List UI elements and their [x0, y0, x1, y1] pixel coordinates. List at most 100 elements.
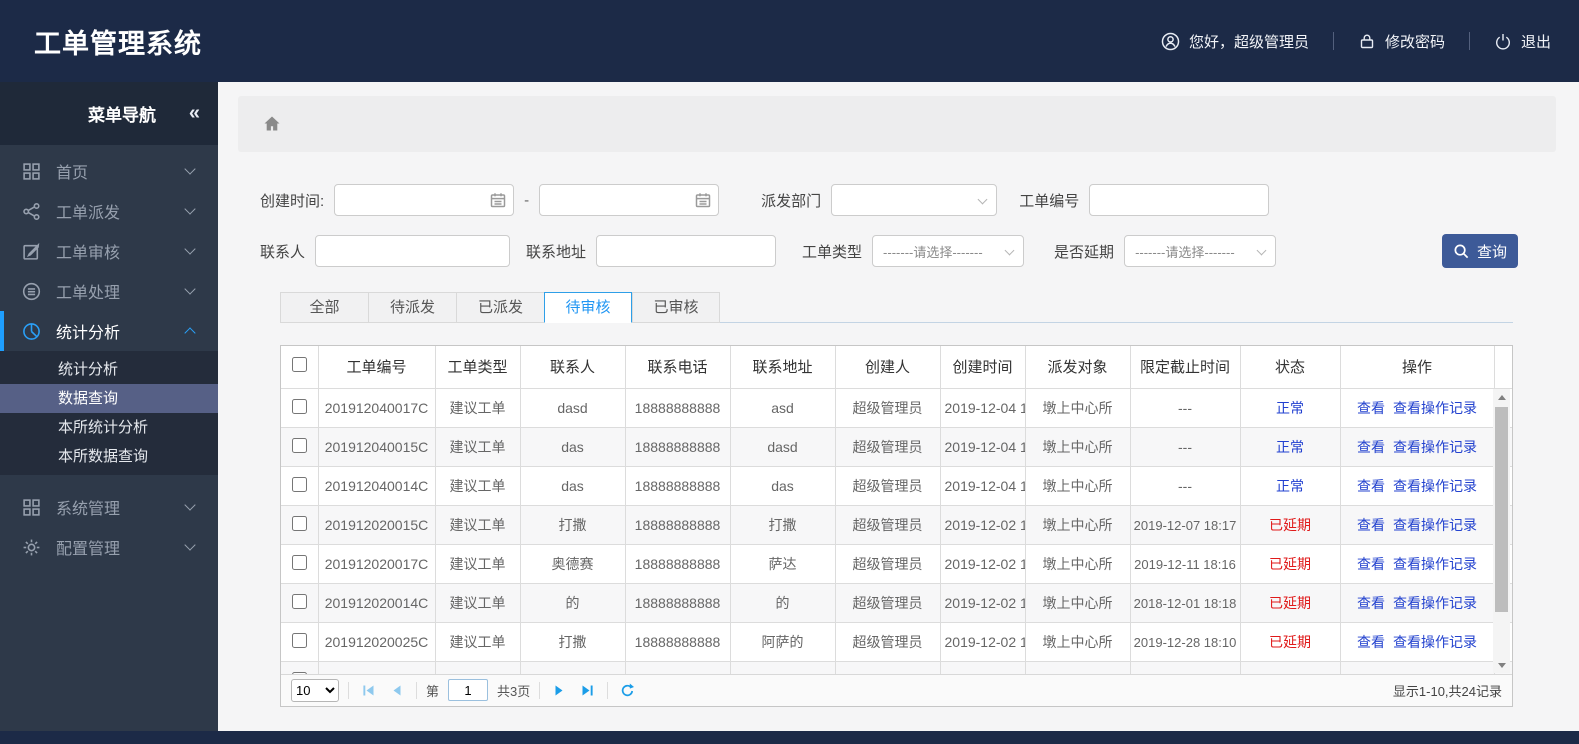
calendar-icon[interactable]: [489, 191, 507, 209]
row-checkbox[interactable]: [291, 633, 307, 648]
cell-address: dasd: [730, 427, 836, 467]
sidebar-item-dispatch[interactable]: 工单派发: [0, 191, 218, 231]
first-page-icon: [363, 685, 374, 695]
order-type-select[interactable]: -------请选择-------: [872, 235, 1025, 267]
user-greeting[interactable]: 您好，超级管理员: [1161, 31, 1309, 52]
cell-order-no: 201912040017C: [318, 388, 436, 428]
calendar-icon[interactable]: [694, 191, 712, 209]
submenu-item-data-query[interactable]: 数据查询: [0, 384, 218, 413]
create-time-start-input[interactable]: [334, 184, 515, 216]
view-log-link[interactable]: 查看操作记录: [1393, 439, 1477, 455]
home-icon[interactable]: [262, 114, 282, 134]
tab-all[interactable]: 全部: [280, 292, 368, 323]
sidebar-item-statistics[interactable]: 统计分析: [0, 311, 218, 351]
cell-created: 2019-12-02 16: [940, 505, 1026, 545]
prev-page-button[interactable]: [387, 679, 407, 701]
next-page-icon: [555, 685, 563, 695]
row-checkbox[interactable]: [291, 672, 307, 674]
col-deadline: 限定截止时间: [1130, 346, 1241, 389]
table-body: 201912040017C 建议工单 dasd 18888888888 asd …: [281, 388, 1512, 674]
tab-to-dispatch[interactable]: 待派发: [368, 292, 456, 323]
view-link[interactable]: 查看: [1357, 556, 1385, 572]
view-link[interactable]: 查看: [1357, 439, 1385, 455]
delay-label: 是否延期: [1054, 243, 1115, 261]
cell-actions: 查看 查看操作记录: [1340, 466, 1495, 506]
sidebar-title: 菜单导航: [88, 106, 156, 125]
page-size-select[interactable]: 10: [291, 678, 339, 702]
row-checkbox[interactable]: [291, 516, 307, 531]
view-link[interactable]: 查看: [1357, 400, 1385, 416]
view-link[interactable]: 查看: [1357, 478, 1385, 494]
row-checkbox[interactable]: [291, 398, 307, 414]
status-badge: 已延期: [1269, 556, 1311, 572]
delay-select[interactable]: -------请选择-------: [1124, 235, 1277, 267]
chevron-down-icon: [184, 243, 196, 255]
scroll-up-arrow[interactable]: [1493, 389, 1510, 405]
status-badge: 已延期: [1269, 517, 1311, 533]
order-no-input[interactable]: [1089, 184, 1270, 216]
first-page-button[interactable]: [358, 679, 378, 701]
chevron-down-icon: [184, 203, 196, 215]
page-prefix: 第: [426, 683, 440, 699]
view-link[interactable]: 查看: [1357, 634, 1385, 650]
refresh-button[interactable]: [617, 679, 637, 701]
view-link[interactable]: 查看: [1357, 595, 1385, 611]
search-button[interactable]: 查询: [1442, 234, 1518, 268]
scrollbar-thumb[interactable]: [1495, 407, 1508, 612]
address-input[interactable]: [596, 235, 777, 267]
logout-link[interactable]: 退出: [1494, 31, 1551, 52]
next-page-button[interactable]: [549, 679, 569, 701]
sidebar-item-label: 工单处理: [56, 285, 121, 302]
sidebar-item-config[interactable]: 配置管理: [0, 527, 218, 567]
submenu-item-statistics[interactable]: 统计分析: [0, 355, 218, 384]
breadcrumb: [238, 96, 1556, 152]
view-log-link[interactable]: 查看操作记录: [1393, 478, 1477, 494]
tab-to-review[interactable]: 待审核: [544, 292, 632, 323]
sidebar-item-system[interactable]: 系统管理: [0, 487, 218, 527]
submenu-item-local-data-query[interactable]: 本所数据查询: [0, 442, 218, 471]
last-page-button[interactable]: [578, 679, 598, 701]
row-checkbox[interactable]: [291, 594, 307, 609]
row-check-cell: [281, 661, 319, 674]
app-title: 工单管理系统: [34, 28, 202, 59]
view-log-link[interactable]: 查看操作记录: [1393, 595, 1477, 611]
header-row: 工单编号 工单类型 联系人 联系电话 联系地址 创建人 创建时间 派发对象 限定…: [281, 346, 1512, 389]
sidebar-item-review[interactable]: 工单审核: [0, 231, 218, 271]
contact-input[interactable]: [315, 235, 511, 267]
collapse-sidebar-icon[interactable]: «: [189, 102, 200, 125]
scroll-down-arrow[interactable]: [1493, 657, 1510, 673]
cell-contact: 打撒: [520, 622, 626, 662]
row-checkbox[interactable]: [291, 555, 307, 570]
dispatch-dept-select[interactable]: [831, 184, 998, 216]
submenu-item-local-statistics[interactable]: 本所统计分析: [0, 413, 218, 442]
row-checkbox[interactable]: [291, 438, 307, 453]
view-log-link[interactable]: 查看操作记录: [1393, 556, 1477, 572]
cell-target: 墩上中心所: [1025, 427, 1131, 467]
order-no-label: 工单编号: [1019, 192, 1080, 210]
view-log-link[interactable]: 查看操作记录: [1393, 517, 1477, 533]
grid-icon: [23, 162, 40, 180]
row-checkbox[interactable]: [291, 477, 307, 492]
sidebar-item-process[interactable]: 工单处理: [0, 271, 218, 311]
row-check-cell: [281, 583, 319, 623]
tab-dispatched[interactable]: 已派发: [456, 292, 544, 323]
table-row: 201912040015C 建议工单 das 18888888888 dasd …: [281, 427, 1512, 467]
page-number-input[interactable]: [448, 679, 489, 701]
separator: [348, 681, 349, 699]
select-all-checkbox[interactable]: [291, 357, 307, 373]
select-all-cell: [281, 346, 319, 389]
cell-created: 2019-12-02 17: [940, 544, 1026, 584]
change-password-link[interactable]: 修改密码: [1358, 31, 1445, 52]
view-log-link[interactable]: 查看操作记录: [1393, 400, 1477, 416]
create-time-end-input[interactable]: [539, 184, 720, 216]
sidebar-item-home[interactable]: 首页: [0, 151, 218, 191]
tab-bar: 全部 待派发 已派发 待审核 已审核: [280, 292, 1513, 323]
view-log-link[interactable]: 查看操作记录: [1393, 634, 1477, 650]
tab-reviewed[interactable]: 已审核: [632, 292, 720, 323]
view-link[interactable]: 查看: [1357, 517, 1385, 533]
cell-target: 墩上中心所: [1025, 466, 1131, 506]
cell-contact: das: [520, 466, 626, 506]
cell-order-type: 建议工单: [435, 544, 521, 584]
cell-status: 正常: [1240, 466, 1341, 506]
chevron-up-icon: [184, 327, 196, 339]
